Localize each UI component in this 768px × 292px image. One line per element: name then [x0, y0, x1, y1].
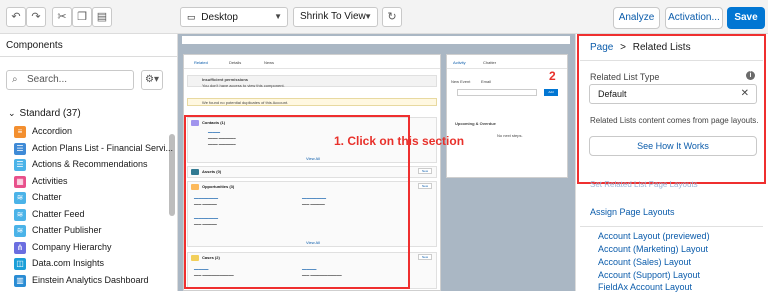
properties-highlight — [577, 34, 766, 184]
accordion-icon: ≡ — [14, 126, 26, 138]
component-label: Action Plans List - Financial Servi... — [32, 142, 174, 153]
device-select[interactable]: ▭ Desktop ▼ — [180, 7, 288, 27]
clear-icon[interactable]: ✕ — [741, 85, 749, 103]
permission-notice: Insufficient permissions You don't have … — [187, 75, 437, 88]
gear-icon: ⚙▾ — [145, 74, 159, 85]
click-annotation: 1. Click on this section — [334, 134, 465, 148]
components-title: Components — [6, 40, 63, 51]
view-select[interactable]: Shrink To View ▼ — [293, 7, 378, 27]
search-icon: ⌕ — [12, 74, 18, 85]
activities-icon: ▦ — [14, 175, 26, 188]
step-two-annotation: 2 — [549, 69, 556, 83]
event-input[interactable] — [457, 89, 537, 96]
actions-icon: ☰ — [14, 159, 26, 171]
chatter-publisher-icon: ≋ — [14, 225, 26, 237]
see-how-it-works-button[interactable]: See How It Works — [589, 136, 757, 156]
component-label: Chatter Feed — [32, 208, 85, 219]
divider — [580, 60, 763, 61]
component-label: Company Hierarchy — [32, 241, 112, 252]
tab-activity[interactable]: Activity — [453, 60, 466, 65]
divider — [184, 68, 440, 69]
assign-page-layouts-link[interactable]: Assign Page Layouts — [590, 207, 675, 217]
standard-group-toggle[interactable]: ⌄ Standard (37) — [8, 108, 81, 119]
hierarchy-icon: ⋔ — [14, 241, 26, 254]
layout-link[interactable]: Account Layout (previewed) — [598, 231, 710, 241]
tab-related[interactable]: Related — [194, 60, 208, 65]
record-header-strip — [182, 36, 570, 44]
tab-details[interactable]: Details — [229, 60, 241, 65]
component-label: Chatter Publisher — [32, 225, 102, 235]
redo-icon[interactable]: ↷ — [26, 7, 46, 27]
analyze-button[interactable]: Analyze — [613, 7, 660, 29]
action-plans-icon: ☰ — [14, 142, 26, 155]
refresh-icon[interactable]: ↻ — [382, 7, 402, 27]
tab-chatter[interactable]: Chatter — [483, 60, 496, 65]
copy-icon[interactable]: ❐ — [72, 7, 92, 27]
related-list-type-label: Related List Type — [590, 72, 660, 82]
insights-icon: ◫ — [14, 258, 26, 270]
analytics-icon: ▥ — [14, 274, 26, 287]
activation-button[interactable]: Activation... — [665, 7, 723, 29]
layout-link[interactable]: Account (Sales) Layout — [598, 257, 691, 267]
divider — [0, 56, 178, 57]
components-panel: Components ⌕ Search... ⚙▾ ⌄ Standard (37)… — [0, 34, 178, 291]
set-related-list-layouts-link[interactable]: Set Related List Page Layouts — [590, 180, 698, 189]
info-icon[interactable]: i — [746, 71, 755, 80]
breadcrumb: Page > Related Lists — [590, 42, 691, 53]
component-label: Activities — [32, 175, 68, 186]
breadcrumb-current: Related Lists — [632, 42, 691, 53]
undo-icon[interactable]: ↶ — [6, 7, 26, 27]
component-label: Actions & Recommendations — [32, 159, 148, 169]
layout-link[interactable]: Account (Marketing) Layout — [598, 244, 708, 254]
builder-toolbar: ↶ ↷ ✂ ❐ ▤ ▭ Desktop ▼ Shrink To View ▼ ↻… — [0, 0, 768, 34]
duplicates-notice: We found no potential duplicates of this… — [187, 98, 437, 106]
related-lists-note: Related Lists content comes from page la… — [590, 116, 759, 125]
component-label: Accordion — [32, 126, 73, 136]
components-search-input[interactable]: ⌕ Search... — [6, 70, 134, 90]
divider — [580, 226, 763, 227]
layout-link[interactable]: Account (Support) Layout — [598, 270, 700, 280]
monitor-icon: ▭ — [187, 12, 196, 22]
chevron-down-icon: ⌄ — [8, 108, 16, 118]
cut-icon[interactable]: ✂ — [52, 7, 72, 27]
chevron-down-icon: ▼ — [274, 12, 282, 21]
component-label: Data.com Insights — [32, 258, 105, 268]
component-label: Einstein Analytics Dashboard — [32, 274, 149, 285]
add-button[interactable]: Add — [544, 89, 558, 96]
chevron-down-icon: ▼ — [364, 12, 372, 21]
paste-icon[interactable]: ▤ — [92, 7, 112, 27]
tab-news[interactable]: News — [264, 60, 274, 65]
breadcrumb-page-link[interactable]: Page — [590, 42, 613, 53]
related-list-type-input[interactable]: Default ✕ — [589, 84, 757, 104]
save-button[interactable]: Save — [727, 7, 765, 29]
component-label: Chatter — [32, 192, 62, 202]
settings-gear-button[interactable]: ⚙▾ — [141, 70, 163, 90]
chatter-feed-icon: ≋ — [14, 208, 26, 221]
chatter-icon: ≋ — [14, 192, 26, 204]
